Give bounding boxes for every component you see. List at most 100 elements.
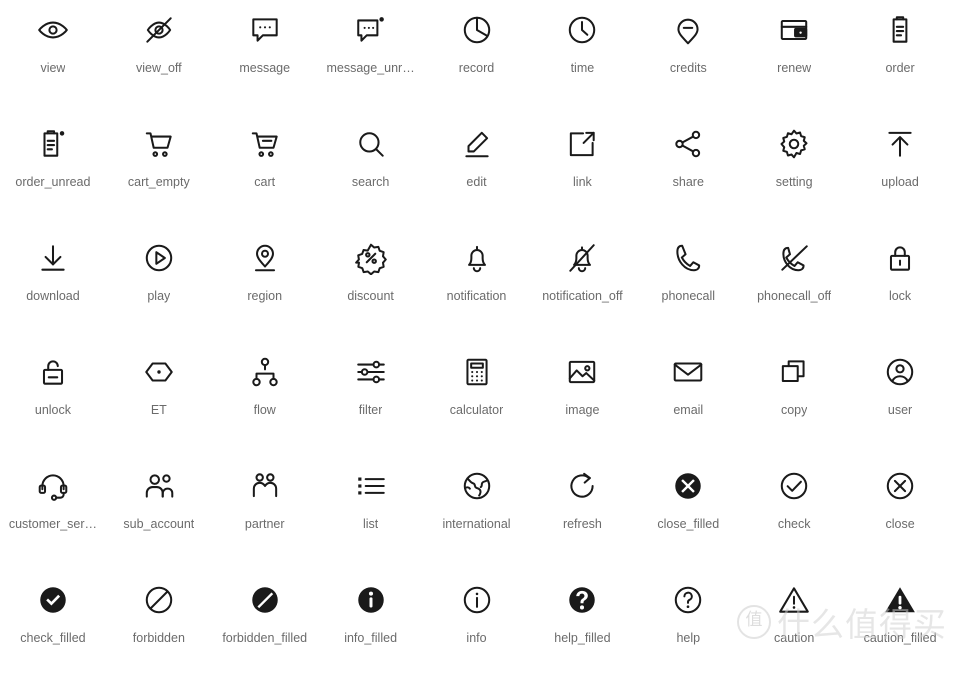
calculator-icon[interactable] <box>459 354 495 390</box>
icon-cell-customer_service[interactable]: customer_ser… <box>0 460 106 574</box>
clock-icon[interactable] <box>564 12 600 48</box>
icon-cell-close_filled[interactable]: close_filled <box>635 460 741 574</box>
icon-cell-search[interactable]: search <box>318 118 424 232</box>
message-unread-icon[interactable] <box>353 12 389 48</box>
sub-account-icon[interactable] <box>141 468 177 504</box>
icon-cell-user[interactable]: user <box>847 346 953 460</box>
discount-burst-icon[interactable] <box>353 240 389 276</box>
icon-cell-cart[interactable]: cart <box>212 118 318 232</box>
icon-cell-close[interactable]: close <box>847 460 953 574</box>
icon-cell-info_filled[interactable]: info_filled <box>318 574 424 688</box>
eye-icon[interactable] <box>35 12 71 48</box>
icon-cell-link[interactable]: link <box>529 118 635 232</box>
icon-cell-list[interactable]: list <box>318 460 424 574</box>
icon-cell-flow[interactable]: flow <box>212 346 318 460</box>
upload-icon[interactable] <box>882 126 918 162</box>
icon-cell-phonecall[interactable]: phonecall <box>635 232 741 346</box>
external-link-icon[interactable] <box>564 126 600 162</box>
icon-cell-notification_off[interactable]: notification_off <box>529 232 635 346</box>
icon-cell-filter[interactable]: filter <box>318 346 424 460</box>
gear-icon[interactable] <box>776 126 812 162</box>
icon-cell-play[interactable]: play <box>106 232 212 346</box>
icon-cell-share[interactable]: share <box>635 118 741 232</box>
close-filled-icon[interactable] <box>670 468 706 504</box>
icon-cell-refresh[interactable]: refresh <box>529 460 635 574</box>
icon-cell-help_filled[interactable]: help_filled <box>529 574 635 688</box>
map-pin-icon[interactable] <box>247 240 283 276</box>
message-icon[interactable] <box>247 12 283 48</box>
icon-cell-discount[interactable]: discount <box>318 232 424 346</box>
refresh-icon[interactable] <box>564 468 600 504</box>
icon-cell-message_unread[interactable]: message_unr… <box>318 4 424 118</box>
user-circle-icon[interactable] <box>882 354 918 390</box>
pie-chart-icon[interactable] <box>459 12 495 48</box>
share-icon[interactable] <box>670 126 706 162</box>
icon-cell-renew[interactable]: renew <box>741 4 847 118</box>
credits-icon[interactable] <box>670 12 706 48</box>
icon-cell-calculator[interactable]: calculator <box>424 346 530 460</box>
icon-cell-caution_filled[interactable]: caution_filled <box>847 574 953 688</box>
icon-cell-view[interactable]: view <box>0 4 106 118</box>
copy-icon[interactable] <box>776 354 812 390</box>
list-icon[interactable] <box>353 468 389 504</box>
headset-icon[interactable] <box>35 468 71 504</box>
help-circle-icon[interactable] <box>670 582 706 618</box>
icon-cell-email[interactable]: email <box>635 346 741 460</box>
eye-off-icon[interactable] <box>141 12 177 48</box>
cart-empty-icon[interactable] <box>141 126 177 162</box>
phone-icon[interactable] <box>670 240 706 276</box>
close-circle-icon[interactable] <box>882 468 918 504</box>
lock-icon[interactable] <box>882 240 918 276</box>
phone-off-icon[interactable] <box>776 240 812 276</box>
hexagon-dot-icon[interactable] <box>141 354 177 390</box>
icon-cell-phonecall_off[interactable]: phonecall_off <box>741 232 847 346</box>
icon-cell-record[interactable]: record <box>424 4 530 118</box>
search-icon[interactable] <box>353 126 389 162</box>
icon-cell-international[interactable]: international <box>424 460 530 574</box>
check-filled-icon[interactable] <box>35 582 71 618</box>
info-filled-icon[interactable] <box>353 582 389 618</box>
bell-off-icon[interactable] <box>564 240 600 276</box>
globe-icon[interactable] <box>459 468 495 504</box>
icon-cell-cart_empty[interactable]: cart_empty <box>106 118 212 232</box>
play-circle-icon[interactable] <box>141 240 177 276</box>
icon-cell-order_unread[interactable]: order_unread <box>0 118 106 232</box>
icon-cell-check[interactable]: check <box>741 460 847 574</box>
image-icon[interactable] <box>564 354 600 390</box>
icon-cell-edit[interactable]: edit <box>424 118 530 232</box>
icon-cell-upload[interactable]: upload <box>847 118 953 232</box>
icon-cell-partner[interactable]: partner <box>212 460 318 574</box>
icon-cell-message[interactable]: message <box>212 4 318 118</box>
info-circle-icon[interactable] <box>459 582 495 618</box>
icon-cell-credits[interactable]: credits <box>635 4 741 118</box>
icon-cell-copy[interactable]: copy <box>741 346 847 460</box>
download-icon[interactable] <box>35 240 71 276</box>
icon-cell-region[interactable]: region <box>212 232 318 346</box>
cart-icon[interactable] <box>247 126 283 162</box>
caution-icon[interactable] <box>776 582 812 618</box>
icon-cell-image[interactable]: image <box>529 346 635 460</box>
partner-icon[interactable] <box>247 468 283 504</box>
icon-cell-check_filled[interactable]: check_filled <box>0 574 106 688</box>
icon-cell-download[interactable]: download <box>0 232 106 346</box>
icon-cell-notification[interactable]: notification <box>424 232 530 346</box>
caution-filled-icon[interactable] <box>882 582 918 618</box>
wallet-icon[interactable] <box>776 12 812 48</box>
help-filled-icon[interactable] <box>564 582 600 618</box>
icon-cell-time[interactable]: time <box>529 4 635 118</box>
unlock-icon[interactable] <box>35 354 71 390</box>
sliders-icon[interactable] <box>353 354 389 390</box>
icon-cell-sub_account[interactable]: sub_account <box>106 460 212 574</box>
icon-cell-setting[interactable]: setting <box>741 118 847 232</box>
icon-cell-info[interactable]: info <box>424 574 530 688</box>
icon-cell-ET[interactable]: ET <box>106 346 212 460</box>
envelope-icon[interactable] <box>670 354 706 390</box>
icon-cell-forbidden[interactable]: forbidden <box>106 574 212 688</box>
icon-cell-view_off[interactable]: view_off <box>106 4 212 118</box>
forbidden-icon[interactable] <box>141 582 177 618</box>
bell-icon[interactable] <box>459 240 495 276</box>
icon-cell-help[interactable]: help <box>635 574 741 688</box>
flow-tree-icon[interactable] <box>247 354 283 390</box>
icon-cell-lock[interactable]: lock <box>847 232 953 346</box>
edit-pencil-icon[interactable] <box>459 126 495 162</box>
